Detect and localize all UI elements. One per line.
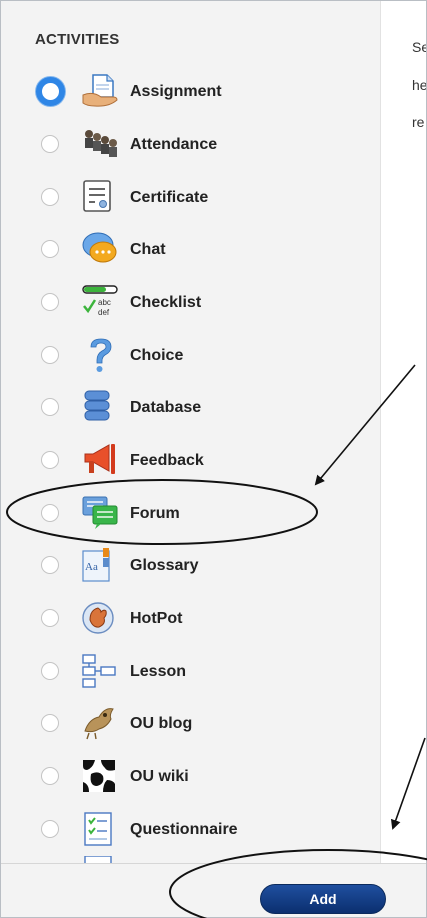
radio-button[interactable] — [41, 293, 59, 311]
activity-label: Attendance — [130, 136, 218, 153]
activity-label: Feedback — [130, 452, 204, 469]
activity-label: Checklist — [130, 294, 202, 311]
activity-option-lesson[interactable]: Lesson — [1, 645, 380, 697]
activity-label: Questionnaire — [130, 821, 238, 838]
glossary-icon: Aa — [81, 547, 121, 583]
activity-option-chat[interactable]: Chat — [1, 223, 380, 275]
radio-button[interactable] — [41, 398, 59, 416]
activity-option-ou-blog[interactable]: OU blog — [1, 697, 380, 749]
activity-label: OU blog — [130, 715, 193, 732]
add-button[interactable]: Add — [260, 884, 386, 914]
activity-list-pane[interactable]: ACTIVITIES Assignment Attendance Certifi… — [1, 1, 381, 863]
activity-option-assignment[interactable]: Assignment — [1, 65, 380, 117]
activity-option-forum[interactable]: Forum — [1, 487, 380, 539]
chat-icon — [81, 231, 121, 267]
activity-option-ou-wiki[interactable]: OU wiki — [1, 750, 380, 802]
activity-label: Choice — [130, 347, 184, 364]
radio-button[interactable] — [41, 451, 59, 469]
radio-button[interactable] — [41, 609, 59, 627]
activity-label: Glossary — [130, 557, 199, 574]
certificate-icon — [81, 179, 121, 215]
radio-button[interactable] — [41, 188, 59, 206]
radio-button[interactable] — [41, 556, 59, 574]
activity-option-choice[interactable]: Choice — [1, 329, 380, 381]
activity-option-feedback[interactable]: Feedback — [1, 434, 380, 486]
activity-option-certificate[interactable]: Certificate — [1, 171, 380, 223]
svg-text:abc: abc — [98, 298, 111, 307]
description-text-line: Se — [412, 39, 426, 55]
radio-button[interactable] — [41, 714, 59, 732]
activity-label: HotPot — [130, 610, 183, 627]
svg-text:Aa: Aa — [85, 561, 98, 573]
questionnaire-icon — [81, 811, 121, 847]
activity-label: OU wiki — [130, 768, 189, 785]
radio-button[interactable] — [41, 135, 59, 153]
database-icon — [81, 389, 121, 425]
lesson-icon — [81, 653, 121, 689]
activity-label: Certificate — [130, 189, 209, 206]
radio-button[interactable] — [41, 820, 59, 838]
activity-option-glossary[interactable]: Aa Glossary — [1, 539, 380, 591]
partial-activity-icon — [81, 856, 121, 863]
radio-button[interactable] — [41, 346, 59, 364]
activity-option-questionnaire[interactable]: Questionnaire — [1, 803, 380, 855]
activity-option-attendance[interactable]: Attendance — [1, 118, 380, 170]
activity-chooser-dialog: ACTIVITIES Assignment Attendance Certifi… — [0, 0, 427, 918]
svg-text:def: def — [98, 308, 110, 317]
radio-button[interactable] — [41, 240, 59, 258]
activity-option-checklist[interactable]: abc def Checklist — [1, 276, 380, 328]
radio-button[interactable] — [41, 662, 59, 680]
radio-button[interactable] — [36, 77, 65, 106]
section-heading: ACTIVITIES — [35, 31, 120, 48]
ou-wiki-icon — [81, 758, 121, 794]
activity-option-database[interactable]: Database — [1, 381, 380, 433]
dialog-footer: Add — [1, 863, 426, 917]
activity-label: Assignment — [130, 83, 222, 100]
forum-icon — [81, 495, 121, 531]
activity-option-partial — [1, 856, 380, 863]
feedback-icon — [81, 442, 121, 478]
radio-button[interactable] — [41, 504, 59, 522]
checklist-icon: abc def — [81, 284, 121, 320]
activity-description-pane: Se he re — [381, 1, 427, 863]
activity-label: Chat — [130, 241, 166, 258]
activity-label: Database — [130, 399, 202, 416]
activity-option-hotpot[interactable]: HotPot — [1, 592, 380, 644]
activity-label: Lesson — [130, 663, 187, 680]
choice-icon — [81, 337, 121, 373]
attendance-icon — [81, 126, 121, 162]
assignment-icon — [81, 73, 121, 109]
ou-blog-icon — [81, 705, 121, 741]
radio-button[interactable] — [41, 767, 59, 785]
description-text-line: re — [412, 114, 425, 130]
hotpot-icon — [81, 600, 121, 636]
activity-label: Forum — [130, 505, 180, 522]
description-text-line: he — [412, 77, 427, 93]
